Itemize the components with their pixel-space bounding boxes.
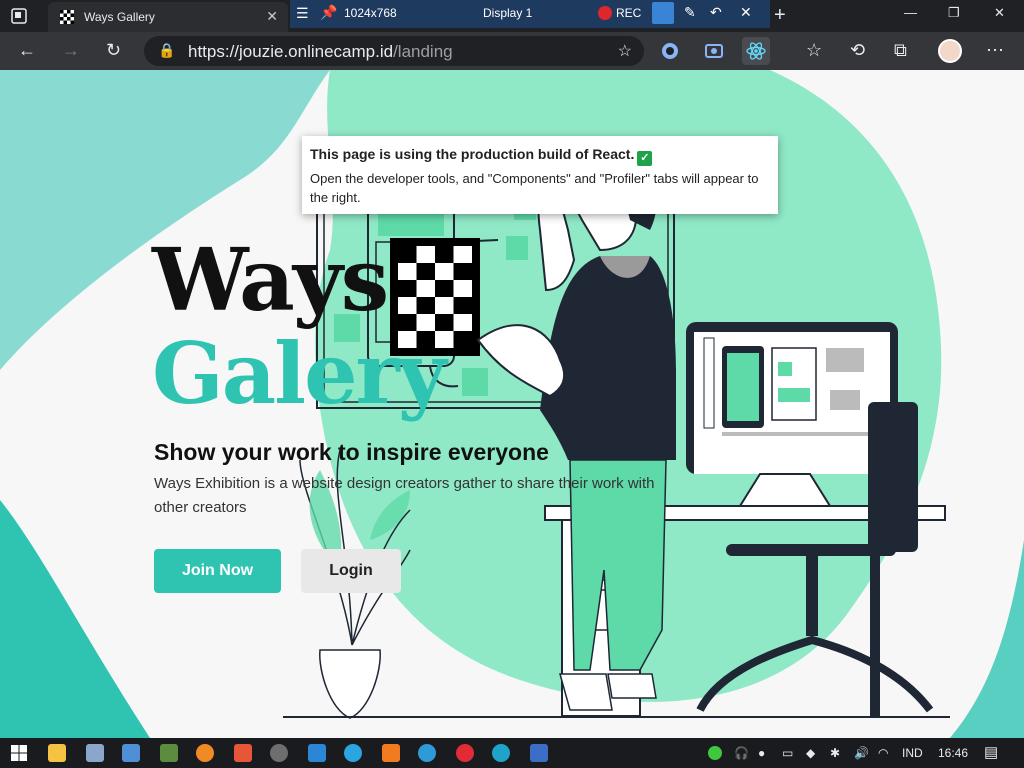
landing-page: This page is using the production build … [0,70,1024,738]
add-favorite-icon[interactable]: ☆ [618,41,632,61]
windows-taskbar: 🎧 ● ▭ ◆ ✱ 🔊 ◠ IND 16:46 ▤ [0,738,1024,768]
notification-icon[interactable]: ▤ [984,743,998,761]
browser-toolbar: ← → ↻ 🔒 https://jouzie.onlinecamp.id/lan… [0,32,1024,70]
undo-icon[interactable]: ↶ [710,4,722,21]
remote-desktop-icon[interactable] [86,744,104,762]
recorder-menu-icon[interactable]: ☰ [296,5,309,22]
record-label[interactable]: REC [616,6,641,20]
wifi-icon[interactable]: ◠ [878,746,888,760]
telegram-icon[interactable] [344,744,362,762]
control-panel-icon[interactable] [122,744,140,762]
more-menu-icon[interactable]: ⋯ [986,40,1004,61]
favorites-icon[interactable]: ☆ [806,40,822,61]
app-orange-icon[interactable] [196,744,214,762]
address-bar[interactable]: 🔒 https://jouzie.onlinecamp.id/landing ☆ [144,36,644,66]
history-icon[interactable]: ⟲ [850,40,865,61]
windows-start-icon[interactable] [10,744,28,762]
checkerboard-favicon-icon [60,10,74,24]
refresh-icon[interactable]: ↻ [106,40,121,61]
git-icon[interactable] [234,744,252,762]
recorder-close-icon[interactable]: ✕ [740,4,752,21]
new-tab-button[interactable]: + [774,4,786,27]
vscode-icon[interactable] [308,744,326,762]
paint-icon[interactable] [160,744,178,762]
collections-icon[interactable]: ⧉ [894,40,907,61]
pen-icon[interactable]: ✎ [684,4,696,21]
screen-recorder-toolbar: ☰ 📌 1024x768 Display 1 REC ✎ ↶ ✕ [290,0,770,28]
tray-app-icon[interactable]: ● [758,746,765,760]
react-devtools-popup: This page is using the production build … [302,136,778,214]
join-now-button[interactable]: Join Now [154,549,281,593]
tray-status-icon[interactable] [708,746,722,760]
edge-dev-icon[interactable] [492,744,510,762]
forward-arrow-icon[interactable]: → [62,40,80,61]
tab-ways-gallery[interactable]: Ways Gallery ✕ [48,2,288,32]
extension-search-icon[interactable] [656,37,684,65]
file-explorer-icon[interactable] [48,744,66,762]
login-button[interactable]: Login [301,549,401,593]
cloud-app-icon[interactable] [382,744,400,762]
hero-title-ways: Ways [152,230,389,331]
tray-bluetooth-icon[interactable]: ✱ [830,746,840,760]
hero-subtitle: Show your work to inspire everyone [154,439,549,465]
lock-icon[interactable]: 🔒 [158,42,175,59]
volume-icon[interactable]: 🔊 [854,746,869,760]
browser-tab-bar: Ways Gallery ✕ ☰ 📌 1024x768 Display 1 RE… [0,0,1024,32]
hero-title-galery: Galery [152,324,447,423]
github-icon[interactable] [270,744,288,762]
back-arrow-icon[interactable]: ← [18,40,36,61]
extension-screenshot-icon[interactable] [700,37,728,65]
clock[interactable]: 16:46 [938,746,968,760]
language-indicator[interactable]: IND [902,746,923,760]
tab-actions-icon[interactable] [10,7,28,25]
pin-icon[interactable]: 📌 [320,4,337,21]
checkmark-icon: ✓ [637,151,653,166]
url-text[interactable]: https://jouzie.onlinecamp.id/landing [188,42,453,62]
restore-button[interactable]: ❐ [948,5,960,21]
battery-icon[interactable]: ▭ [782,746,793,760]
react-devtools-icon[interactable] [742,37,770,65]
record-icon[interactable] [598,6,612,20]
tray-nvidia-icon[interactable]: ◆ [806,746,815,760]
tray-headset-icon[interactable]: 🎧 [734,746,749,760]
close-window-button[interactable]: ✕ [994,5,1005,21]
photos-icon[interactable] [530,744,548,762]
edge-icon[interactable] [418,744,436,762]
react-popup-body: Open the developer tools, and "Component… [310,171,759,205]
tab-close-icon[interactable]: ✕ [266,8,278,25]
react-popup-heading: This page is using the production build … [310,146,770,166]
recorder-display[interactable]: Display 1 [483,6,532,20]
camera-icon[interactable] [652,2,674,24]
hero-description: Ways Exhibition is a website design crea… [154,475,655,516]
tab-title: Ways Gallery [84,10,155,24]
recorder-resolution: 1024x768 [344,6,397,20]
recorder-app-icon[interactable] [456,744,474,762]
profile-avatar[interactable] [938,39,962,63]
minimize-button[interactable]: — [904,5,917,20]
